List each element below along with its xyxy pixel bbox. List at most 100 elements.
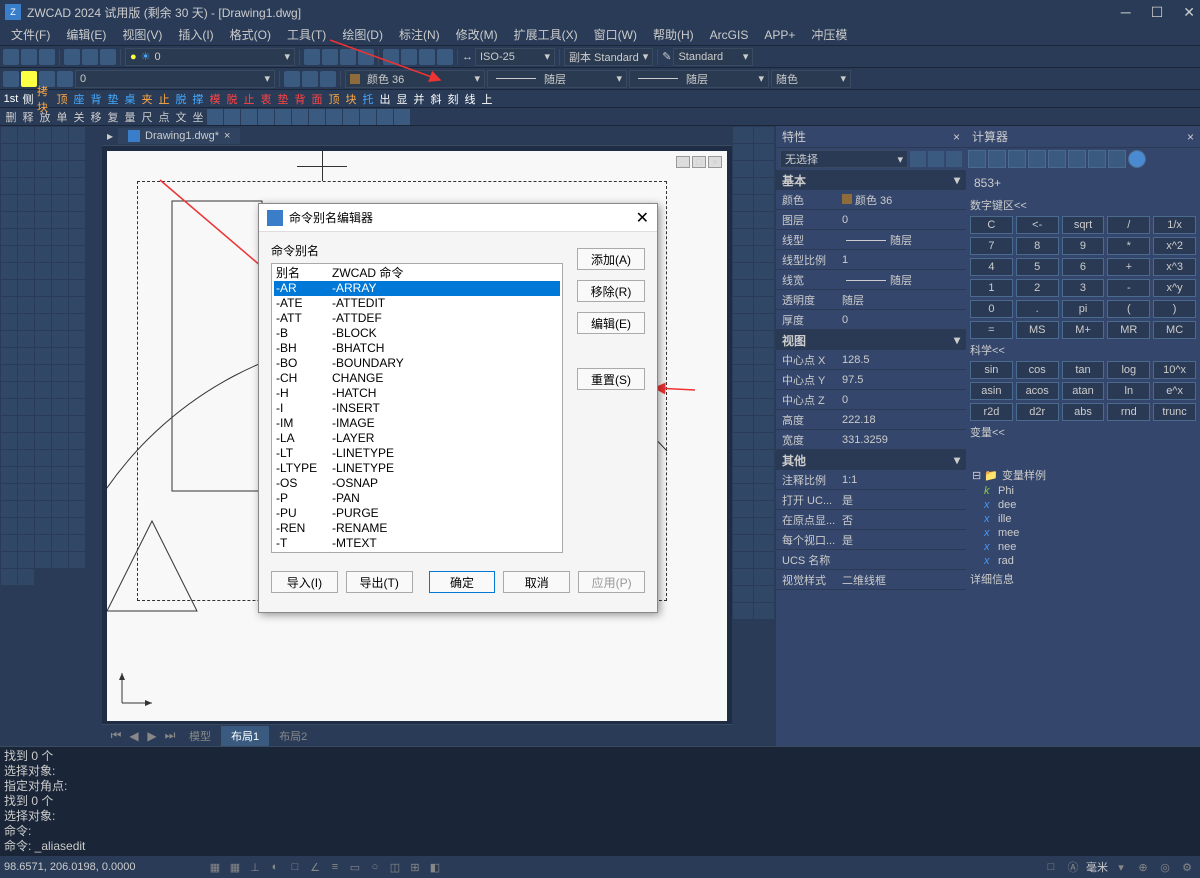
left-tool-icon[interactable] (18, 518, 34, 534)
left-tool-icon[interactable] (69, 484, 85, 500)
left-tool-icon[interactable] (69, 263, 85, 279)
left-tool-icon[interactable] (18, 314, 34, 330)
left-tool-icon[interactable] (69, 246, 85, 262)
alias-row[interactable]: -PU-PURGE (274, 506, 560, 521)
calc-sci-head[interactable]: 科学<< (970, 342, 1196, 358)
menu-item[interactable]: 工具(T) (279, 24, 334, 45)
tab-close-icon[interactable]: × (224, 130, 230, 142)
calc-key[interactable]: 2 (1016, 279, 1059, 297)
char-btn[interactable]: 文 (173, 109, 189, 125)
alias-row[interactable]: -REN-RENAME (274, 521, 560, 536)
calc-tb-6-icon[interactable] (1068, 150, 1086, 168)
char-btn[interactable]: 斜 (428, 91, 444, 107)
char-btn[interactable]: 止 (156, 91, 172, 107)
right-tool-icon[interactable] (733, 314, 753, 330)
left-tool-icon[interactable] (69, 365, 85, 381)
calc-key[interactable]: abs (1062, 403, 1105, 421)
right-tool-icon[interactable] (754, 127, 774, 143)
tb2-icon-7[interactable] (320, 71, 336, 87)
alias-row[interactable]: -BH-BHATCH (274, 341, 560, 356)
right-tool-icon[interactable] (754, 263, 774, 279)
left-tool-icon[interactable] (35, 552, 51, 568)
char-btn[interactable]: 座 (71, 91, 87, 107)
var-tb-1-icon[interactable] (970, 445, 986, 461)
left-tool-icon[interactable] (52, 229, 68, 245)
left-tool-icon[interactable] (35, 212, 51, 228)
vars-root[interactable]: ⊟ 📁 变量样例 (970, 466, 1196, 484)
left-tool-icon[interactable] (1, 535, 17, 551)
left-tool-icon[interactable] (1, 314, 17, 330)
left-tool-icon[interactable] (1, 144, 17, 160)
sb-icon-1[interactable]: ◫ (386, 858, 404, 876)
layout-first-icon[interactable]: ⏮ (107, 728, 125, 743)
left-tool-icon[interactable] (1, 229, 17, 245)
left-tool-icon[interactable] (18, 365, 34, 381)
left-tool-icon[interactable] (18, 229, 34, 245)
sb-r-3-icon[interactable]: ◎ (1156, 858, 1174, 876)
left-tool-icon[interactable] (1, 297, 17, 313)
maximize-button[interactable]: ☐ (1151, 4, 1164, 21)
layer-tool-icon[interactable] (304, 49, 320, 65)
alias-row[interactable]: -OS-OSNAP (274, 476, 560, 491)
right-tool-icon[interactable] (733, 263, 753, 279)
tb-icon-b[interactable] (401, 49, 417, 65)
left-tool-icon[interactable] (18, 127, 34, 143)
right-tool-icon[interactable] (733, 518, 753, 534)
calc-key[interactable]: asin (970, 382, 1013, 400)
calc-help-icon[interactable] (1128, 150, 1146, 168)
properties-close-icon[interactable]: × (953, 130, 960, 144)
calc-key[interactable]: 7 (970, 237, 1013, 255)
char-btn[interactable]: 背 (88, 91, 104, 107)
left-tool-icon[interactable] (1, 127, 17, 143)
left-tool-icon[interactable] (1, 382, 17, 398)
left-tool-icon[interactable] (69, 127, 85, 143)
left-tool-icon[interactable] (35, 348, 51, 364)
polar-icon[interactable]: ◐ (266, 858, 284, 876)
char-ico[interactable] (343, 109, 359, 125)
calc-key[interactable]: 0 (970, 300, 1013, 318)
left-tool-icon[interactable] (35, 280, 51, 296)
calc-key[interactable]: log (1107, 361, 1150, 379)
left-tool-icon[interactable] (69, 416, 85, 432)
calc-key[interactable]: x^2 (1153, 237, 1196, 255)
left-tool-icon[interactable] (69, 280, 85, 296)
left-tool-icon[interactable] (69, 314, 85, 330)
left-tool-icon[interactable] (1, 348, 17, 364)
char-ico[interactable] (241, 109, 257, 125)
left-tool-icon[interactable] (1, 518, 17, 534)
right-tool-icon[interactable] (754, 535, 774, 551)
left-tool-icon[interactable] (52, 552, 68, 568)
left-tool-icon[interactable] (18, 212, 34, 228)
left-tool-icon[interactable] (69, 212, 85, 228)
char-btn[interactable]: 坐 (190, 109, 206, 125)
char-ico[interactable] (224, 109, 240, 125)
char-btn[interactable]: 复 (105, 109, 121, 125)
calc-tb-3-icon[interactable] (1008, 150, 1026, 168)
left-tool-icon[interactable] (35, 331, 51, 347)
right-tool-icon[interactable] (754, 603, 774, 619)
char-ico[interactable] (207, 109, 223, 125)
calc-key[interactable]: + (1107, 258, 1150, 276)
right-tool-icon[interactable] (733, 212, 753, 228)
apply-button[interactable]: 应用(P) (578, 571, 645, 593)
char-btn[interactable]: 侧 (20, 91, 36, 107)
calc-key[interactable]: / (1107, 216, 1150, 234)
textstyle-combo[interactable]: Standard▾ (673, 48, 753, 66)
var-tb-3-icon[interactable] (1006, 445, 1022, 461)
calc-key[interactable]: 3 (1062, 279, 1105, 297)
left-tool-icon[interactable] (35, 518, 51, 534)
char-btn[interactable]: 夹 (139, 91, 155, 107)
char-ico[interactable] (309, 109, 325, 125)
right-tool-icon[interactable] (754, 246, 774, 262)
var-row[interactable]: xmee (970, 526, 1196, 540)
right-tool-icon[interactable] (733, 416, 753, 432)
sb-r-2-icon[interactable]: ⊕ (1134, 858, 1152, 876)
layer-combo[interactable]: ●☀ 0 ▾ (125, 48, 295, 66)
section-view[interactable]: 视图▾ (776, 330, 966, 350)
color-combo-wide[interactable]: 0▾ (75, 70, 275, 88)
left-tool-icon[interactable] (69, 144, 85, 160)
left-tool-icon[interactable] (18, 467, 34, 483)
calc-tb-1-icon[interactable] (968, 150, 986, 168)
alias-row[interactable]: -LT-LINETYPE (274, 446, 560, 461)
left-tool-icon[interactable] (1, 433, 17, 449)
